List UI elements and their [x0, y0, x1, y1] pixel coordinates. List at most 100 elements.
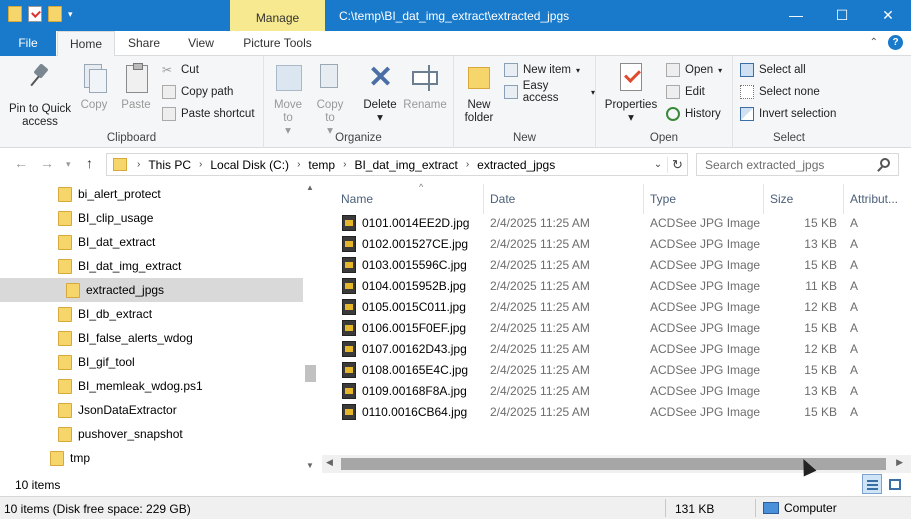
new-item-icon	[504, 63, 518, 77]
tree-item[interactable]: tmp	[50, 446, 90, 470]
tree-item-selected[interactable]: extracted_jpgs	[0, 278, 303, 302]
delete-button[interactable]: ✕ Delete ▾	[360, 61, 400, 125]
help-icon[interactable]: ?	[888, 35, 903, 50]
select-all-button[interactable]: Select all	[740, 61, 806, 79]
column-header-type[interactable]: Type	[644, 184, 764, 214]
properties-button[interactable]: Properties ▾	[600, 61, 662, 125]
file-row[interactable]: 0105.0015C011.jpg 2/4/2025 11:25 AM ACDS…	[322, 297, 911, 318]
folder-icon	[58, 306, 72, 322]
jpg-file-icon	[342, 257, 356, 273]
file-row[interactable]: 0108.00165E4C.jpg 2/4/2025 11:25 AM ACDS…	[322, 360, 911, 381]
item-count: 10 items	[15, 478, 61, 492]
collapse-ribbon-chevron-icon[interactable]: ⌃	[870, 37, 878, 48]
tree-item[interactable]: JsonDataExtractor	[58, 398, 177, 422]
search-icon	[880, 158, 890, 168]
tree-item[interactable]: BI_memleak_wdog.ps1	[58, 374, 203, 398]
properties-icon[interactable]	[28, 6, 42, 22]
breadcrumb-temp[interactable]: temp	[308, 158, 335, 172]
forward-arrow-icon[interactable]: →	[40, 155, 54, 171]
file-row[interactable]: 0107.00162D43.jpg 2/4/2025 11:25 AM ACDS…	[322, 339, 911, 360]
pin-icon	[30, 65, 50, 87]
tree-item[interactable]: BI_clip_usage	[58, 206, 153, 230]
column-header-name[interactable]: ^ Name	[335, 182, 484, 214]
history-button[interactable]: History	[666, 105, 721, 123]
scroll-down-icon[interactable]: ▼	[306, 461, 314, 470]
rename-icon	[412, 65, 438, 91]
scroll-right-icon[interactable]: ▶	[896, 457, 903, 468]
scrollbar-thumb[interactable]	[305, 365, 316, 382]
breadcrumb-bi-dat-img-extract[interactable]: BI_dat_img_extract	[354, 158, 457, 172]
tab-file[interactable]: File	[0, 31, 56, 56]
tab-home[interactable]: Home	[57, 31, 115, 57]
large-icons-view-icon	[889, 479, 901, 490]
file-row[interactable]: 0104.0015952B.jpg 2/4/2025 11:25 AM ACDS…	[322, 276, 911, 297]
close-button[interactable]: ✕	[865, 0, 911, 31]
new-item-button[interactable]: New item ▾	[504, 61, 580, 79]
new-folder-icon[interactable]	[48, 6, 62, 22]
file-row[interactable]: 0102.001527CE.jpg 2/4/2025 11:25 AM ACDS…	[322, 234, 911, 255]
breadcrumb-local-disk[interactable]: Local Disk (C:)	[210, 158, 289, 172]
back-arrow-icon[interactable]: ←	[14, 155, 28, 171]
cut-button[interactable]: ✂ Cut	[162, 61, 199, 79]
rename-button[interactable]: Rename	[402, 61, 448, 112]
invert-selection-button[interactable]: Invert selection	[740, 105, 836, 123]
open-button[interactable]: Open ▾	[666, 61, 722, 79]
easy-access-button[interactable]: Easy access ▾	[504, 80, 595, 104]
large-icons-view-button[interactable]	[884, 474, 904, 494]
tree-item[interactable]: bi_alert_protect	[58, 182, 161, 206]
search-placeholder: Search extracted_jpgs	[705, 158, 825, 172]
maximize-button[interactable]: ☐	[819, 0, 865, 31]
jpg-file-icon	[342, 236, 356, 252]
tree-item[interactable]: BI_gif_tool	[58, 350, 135, 374]
address-history-chevron-icon[interactable]: ⌄	[649, 159, 667, 170]
up-arrow-icon[interactable]: ↑	[86, 155, 93, 171]
breadcrumb-extracted-jpgs[interactable]: extracted_jpgs	[477, 158, 555, 172]
file-row[interactable]: 0101.0014EE2D.jpg 2/4/2025 11:25 AM ACDS…	[322, 213, 911, 234]
edit-button[interactable]: Edit	[666, 83, 705, 101]
address-bar[interactable]: › This PC › Local Disk (C:) › temp › BI_…	[106, 153, 688, 176]
recent-locations-chevron-icon[interactable]: ▾	[66, 159, 71, 170]
copy-to-button[interactable]: Copy to ▾	[312, 61, 348, 138]
scroll-left-icon[interactable]: ◀	[326, 457, 333, 468]
pin-to-quick-access-button[interactable]: Pin to Quick access	[4, 61, 76, 129]
manage-tab[interactable]: Manage	[230, 0, 325, 31]
file-row[interactable]: 0110.0016CB64.jpg 2/4/2025 11:25 AM ACDS…	[322, 402, 911, 423]
tree-item[interactable]: BI_db_extract	[58, 302, 152, 326]
move-to-button[interactable]: Move to ▾	[270, 61, 306, 138]
breadcrumb-this-pc[interactable]: This PC	[148, 158, 191, 172]
tab-view[interactable]: View	[176, 31, 226, 56]
tree-item[interactable]: BI_false_alerts_wdog	[58, 326, 193, 350]
window-title: C:\temp\BI_dat_img_extract\extracted_jpg…	[339, 9, 570, 23]
new-folder-button[interactable]: New folder	[460, 61, 498, 125]
clipboard-label: Clipboard	[106, 132, 157, 144]
open-group: Properties ▾ Open ▾ Edit History Open	[596, 56, 733, 148]
folder-icon	[50, 450, 64, 466]
column-header-size[interactable]: Size	[764, 184, 844, 214]
select-none-button[interactable]: Select none	[740, 83, 820, 101]
customize-toolbar-chevron-icon[interactable]: ▾	[68, 9, 73, 20]
column-header-date[interactable]: Date	[484, 184, 644, 214]
horizontal-scrollbar[interactable]: ◀ ▶	[322, 455, 911, 473]
copy-path-button[interactable]: Copy path	[162, 83, 233, 101]
file-row[interactable]: 0106.0015F0EF.jpg 2/4/2025 11:25 AM ACDS…	[322, 318, 911, 339]
copy-button[interactable]: Copy	[76, 61, 112, 112]
scroll-up-icon[interactable]: ▲	[306, 183, 314, 192]
column-header-attributes[interactable]: Attribut...	[844, 184, 911, 214]
refresh-icon[interactable]: ↻	[667, 156, 687, 173]
file-row[interactable]: 0109.00168F8A.jpg 2/4/2025 11:25 AM ACDS…	[322, 381, 911, 402]
tree-item[interactable]: BI_dat_extract	[58, 230, 155, 254]
tree-item[interactable]: pushover_snapshot	[58, 422, 183, 446]
file-row[interactable]: 0103.0015596C.jpg 2/4/2025 11:25 AM ACDS…	[322, 255, 911, 276]
select-label: Select	[773, 132, 805, 144]
sort-ascending-icon: ^	[419, 182, 424, 192]
paste-button[interactable]: Paste	[118, 61, 154, 112]
details-view-button[interactable]	[862, 474, 882, 494]
minimize-button[interactable]: —	[773, 0, 819, 31]
disk-free-space: 10 items (Disk free space: 229 GB)	[4, 502, 191, 516]
search-input[interactable]: Search extracted_jpgs	[696, 153, 899, 176]
tab-share[interactable]: Share	[118, 31, 170, 56]
tree-item[interactable]: BI_dat_img_extract	[58, 254, 181, 278]
navigation-scrollbar[interactable]: ▲ ▼	[303, 180, 318, 473]
paste-shortcut-button[interactable]: Paste shortcut	[162, 105, 255, 123]
tab-picture-tools[interactable]: Picture Tools	[230, 31, 325, 56]
